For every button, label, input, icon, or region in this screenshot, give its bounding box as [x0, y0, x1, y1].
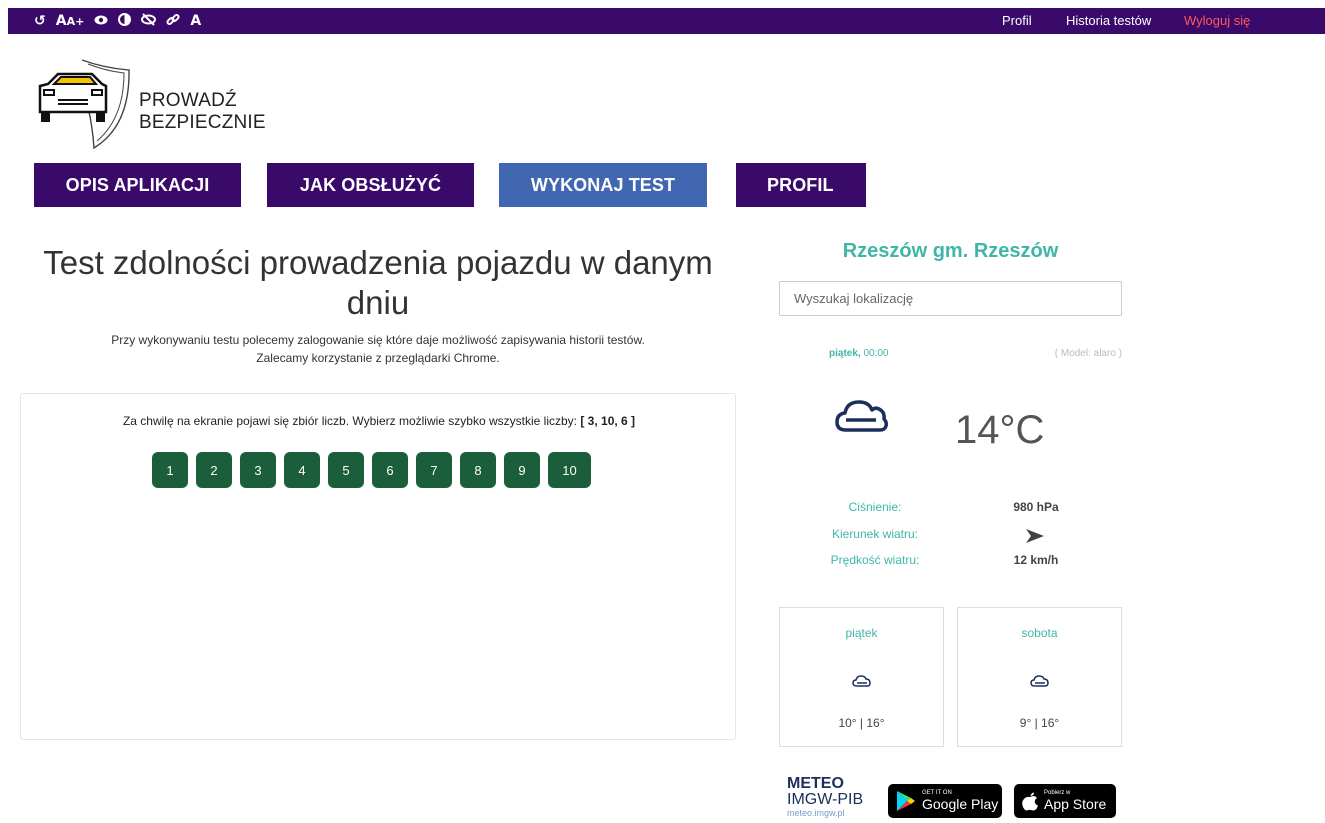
number-button[interactable]: 5	[328, 452, 364, 488]
history-link[interactable]: Historia testów	[1066, 13, 1151, 28]
top-bar: ↺ AA+ A Profil Historia testów Wyloguj s…	[8, 8, 1325, 34]
wind-direction-label: Kierunek wiatru:	[831, 527, 919, 541]
forecast-card: sobota 9° | 16°	[957, 607, 1122, 747]
page-title: Test zdolności prowadzenia pojazdu w dan…	[43, 244, 713, 321]
font-icon[interactable]: A	[190, 14, 201, 28]
page-subtitle: Przy wykonywaniu testu polecemy zalogowa…	[20, 331, 736, 367]
arrow-right-icon	[1026, 529, 1044, 543]
app-store-text: Pobierz w App Store	[1044, 790, 1106, 812]
number-buttons: 1 2 3 4 5 6 7 8 9 10	[152, 452, 591, 488]
font-size-icon[interactable]: AA+	[56, 14, 85, 28]
google-play-icon	[897, 791, 915, 811]
meteo-line1: METEO	[787, 775, 844, 792]
forecast-temps: 10° | 16°	[838, 716, 885, 730]
pressure-label: Ciśnienie:	[848, 500, 902, 514]
logo-line1: PROWADŹ	[139, 90, 237, 111]
number-button[interactable]: 8	[460, 452, 496, 488]
font-size-label: A	[55, 13, 67, 29]
forecast-day: sobota	[1021, 626, 1058, 640]
nav-wykonaj-test[interactable]: WYKONAJ TEST	[499, 163, 707, 207]
weather-datetime: piątek, 00:00	[829, 348, 889, 359]
instruction-text: Za chwilę na ekranie pojawi się zbiór li…	[122, 414, 577, 428]
current-temperature: 14°C	[955, 408, 1045, 452]
contrast-icon[interactable]	[118, 13, 132, 29]
number-button[interactable]: 2	[196, 452, 232, 488]
number-button[interactable]: 1	[152, 452, 188, 488]
link-icon[interactable]	[166, 13, 180, 30]
cloud-icon	[835, 400, 888, 432]
hide-images-icon[interactable]	[141, 13, 157, 29]
logout-link[interactable]: Wyloguj się	[1184, 13, 1250, 28]
forecast-temps: 9° | 16°	[1019, 716, 1060, 730]
target-numbers: [ 3, 10, 6 ]	[580, 414, 636, 428]
cloud-icon	[1030, 675, 1049, 687]
test-instruction: Za chwilę na ekranie pojawi się zbiór li…	[21, 414, 737, 428]
number-button[interactable]: 7	[416, 452, 452, 488]
accessibility-toolbar: ↺ AA+ A	[34, 8, 201, 34]
reset-icon[interactable]: ↺	[34, 14, 46, 28]
forecast-day: piątek	[845, 626, 878, 640]
meteo-line3: meteo.imgw.pl	[787, 808, 845, 818]
wind-speed-value: 12 km/h	[1013, 553, 1059, 567]
app-logo[interactable]: PROWADŹ BEZPIECZNIE	[34, 56, 274, 156]
weather-location: Rzeszów gm. Rzeszów	[842, 240, 1059, 262]
cloud-icon	[852, 675, 871, 687]
logo-line2: BEZPIECZNIE	[139, 112, 266, 133]
number-button[interactable]: 4	[284, 452, 320, 488]
app-store-big: App Store	[1044, 796, 1107, 812]
meteo-imgw-logo[interactable]: METEO IMGW-PIB meteo.imgw.pl	[787, 776, 879, 822]
app-store-button[interactable]: Pobierz w App Store	[1014, 784, 1116, 818]
font-size-plus-label: A+	[66, 15, 85, 28]
car-shield-icon	[38, 59, 130, 150]
number-button[interactable]: 9	[504, 452, 540, 488]
weather-model: ( Model: alaro )	[1054, 348, 1122, 359]
number-button[interactable]: 3	[240, 452, 276, 488]
nav-jak-obsluzyc[interactable]: JAK OBSŁUŻYĆ	[267, 163, 474, 207]
number-button[interactable]: 6	[372, 452, 408, 488]
number-button[interactable]: 10	[548, 452, 591, 488]
google-play-big: Google Play	[922, 796, 999, 812]
pressure-value: 980 hPa	[1013, 500, 1059, 514]
nav-profil[interactable]: PROFIL	[736, 163, 866, 207]
apple-icon	[1022, 792, 1038, 811]
forecast-card: piątek 10° | 16°	[779, 607, 944, 747]
meteo-line2: IMGW-PIB	[787, 791, 864, 808]
subtitle-line2: Zalecamy korzystanie z przeglądarki Chro…	[256, 351, 500, 365]
logo-text: PROWADŹ BEZPIECZNIE	[139, 90, 266, 134]
google-play-text: GET IT ON Google Play	[922, 790, 998, 812]
weather-time: 00:00	[863, 348, 889, 359]
google-play-button[interactable]: GET IT ON Google Play	[888, 784, 1002, 818]
subtitle-line1: Przy wykonywaniu testu polecemy zalogowa…	[111, 333, 645, 347]
wind-speed-label: Prędkość wiatru:	[830, 553, 920, 567]
nav-opis-aplikacji[interactable]: OPIS APLIKACJI	[34, 163, 241, 207]
location-search-input[interactable]	[779, 281, 1122, 316]
test-panel: Za chwilę na ekranie pojawi się zbiór li…	[20, 393, 736, 740]
weather-day: piątek,	[829, 348, 861, 359]
profile-link[interactable]: Profil	[1002, 13, 1032, 28]
eye-icon[interactable]	[94, 14, 108, 29]
